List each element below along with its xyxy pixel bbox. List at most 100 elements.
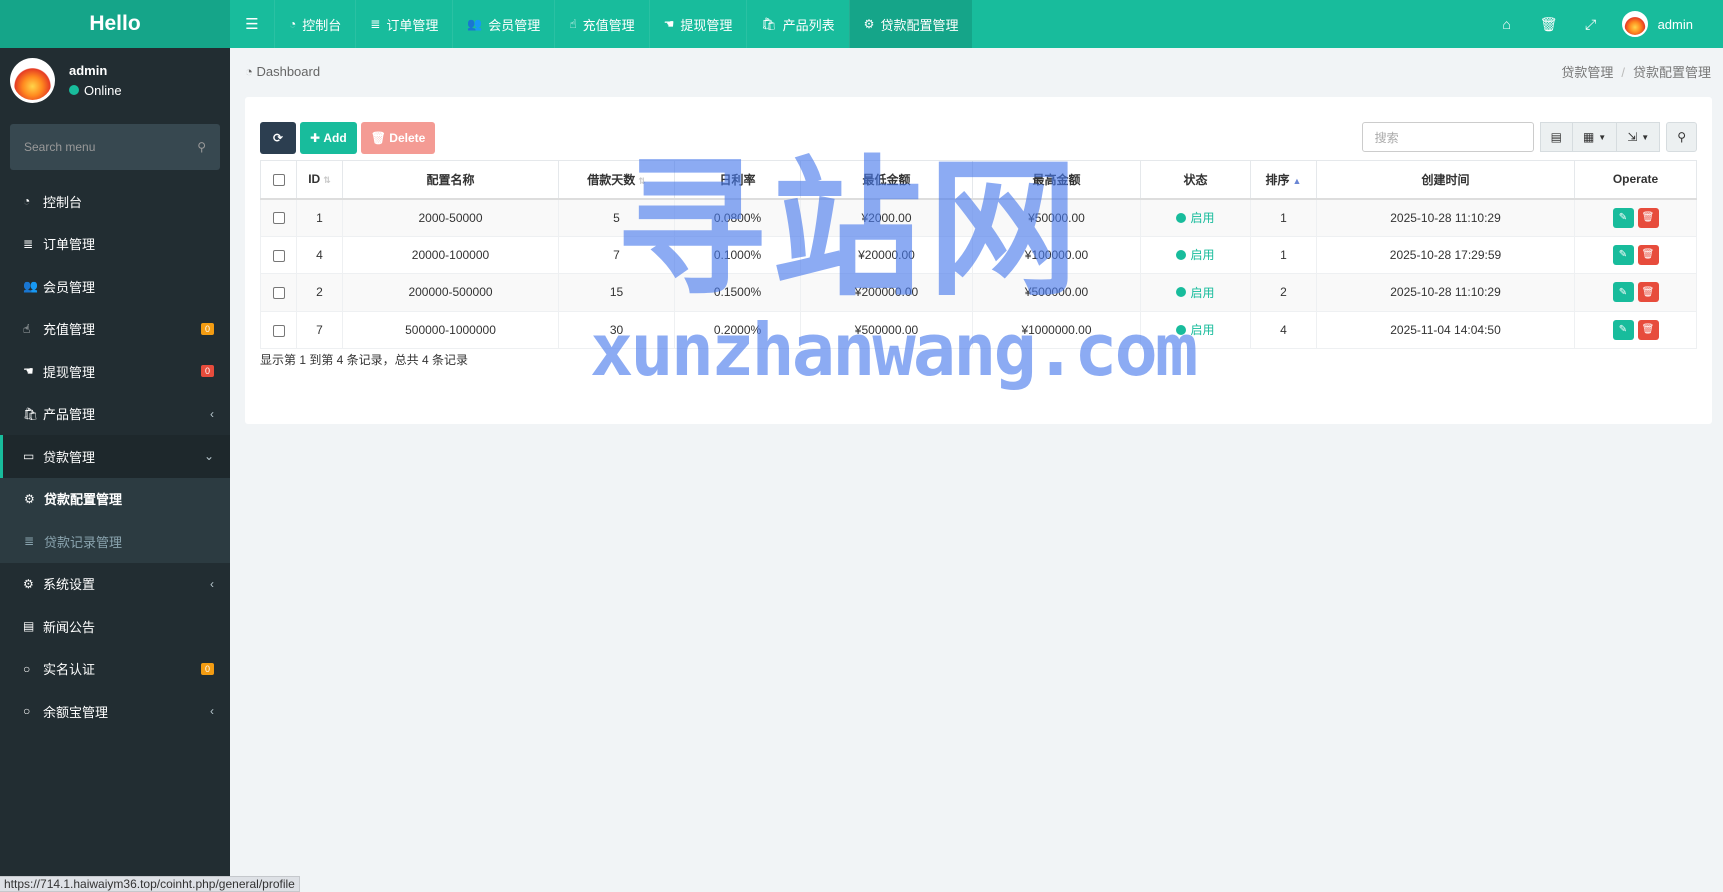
tab-withdraw[interactable]: ☚ 提现管理 [648,0,747,48]
users-icon: 👥 [467,17,483,31]
cell-created: 2025-10-28 17:29:59 [1316,235,1575,274]
edit-button[interactable]: ✎ [1612,319,1634,340]
cell-id: 4 [296,235,343,274]
dashboard-icon: ◔ [289,17,297,31]
sidebar-item-products[interactable]: 🛍 产品管理 ‹ [0,393,230,436]
hand-left-icon: ☚ [663,17,675,31]
row-checkbox[interactable] [272,249,285,262]
flame-icon [1623,13,1646,35]
trash-icon: 🗑 [1641,249,1655,261]
avatar [1621,11,1648,37]
list-view-icon: ▤ [1550,130,1562,144]
cell-days: 15 [558,273,675,312]
user-name: admin [1657,16,1693,32]
status-dot-icon [1176,287,1187,298]
header-sort[interactable]: 排序 ▲ [1250,160,1317,200]
advanced-search-button[interactable]: ⚲ [1666,122,1697,152]
tab-label: 订单管理 [386,17,439,33]
cell-id: 2 [296,273,343,312]
header-label: 创建时间 [1421,172,1470,187]
pencil-icon: ✎ [1618,249,1628,261]
header-label: Operate [1612,172,1659,187]
sidebar-item-settings[interactable]: ⚙ 系统设置 ‹ [0,563,230,606]
delete-row-button[interactable]: 🗑 [1637,244,1659,265]
header-id[interactable]: ID ⇅ [296,160,343,200]
tab-loan-config[interactable]: ⚙ 贷款配置管理 [848,0,973,48]
cell-operate: ✎ 🗑 [1574,310,1697,349]
toggle-view-button[interactable]: ▤ [1539,122,1573,152]
sidebar-item-loan-config[interactable]: ⚙ 贷款配置管理 [0,478,230,521]
breadcrumb-home-label: Dashboard [256,63,321,79]
chevron-left-icon: ‹ [210,576,214,591]
header-max-amount: 最高金额 [972,160,1141,200]
table-search-input[interactable]: 搜索 [1361,122,1534,152]
tab-orders[interactable]: ≣ 订单管理 [355,0,452,48]
sidebar-item-label: 贷款记录管理 [44,534,123,550]
sidebar-item-dashboard[interactable]: ◔ 控制台 [0,180,230,223]
breadcrumb-parent[interactable]: 贷款管理 [1561,65,1613,80]
columns-button[interactable]: ▦ ▼ [1572,122,1618,152]
main-content: ◔ Dashboard 贷款管理 / 贷款配置管理 ⟳ ✚ Add 🗑 Delete… [230,48,1723,892]
count-badge: 0 [200,662,214,675]
row-checkbox[interactable] [272,287,285,300]
search-icon[interactable]: ⚲ [197,140,206,154]
edit-button[interactable]: ✎ [1612,207,1634,228]
hand-left-icon: ☚ [23,364,34,379]
cell-status: 启用 [1140,273,1251,312]
tab-dashboard[interactable]: ◔ 控制台 [274,0,355,48]
header-name: 配置名称 [342,160,559,200]
sidebar-item-withdraw[interactable]: ☚ 提现管理 0 [0,350,230,393]
home-icon[interactable]: ⌂ [1486,16,1528,32]
search-placeholder: Search menu [24,140,96,154]
trash-icon: 🗑 [370,131,390,145]
shopping-bag-icon: 🛍 [761,17,777,31]
row-checkbox[interactable] [272,324,285,337]
avatar [10,57,55,103]
user-panel: admin Online [0,48,230,112]
sidebar-item-balance[interactable]: ○ 余额宝管理 ‹ [0,690,230,733]
tab-members[interactable]: 👥 会员管理 [452,0,554,48]
header-label: 排序 [1265,172,1290,187]
trash-icon: 🗑 [1641,286,1655,298]
select-all-checkbox[interactable] [272,174,285,187]
sidebar-item-news[interactable]: ▤ 新闻公告 [0,605,230,648]
sidebar-toggle-icon[interactable]: ☰ [230,0,274,48]
status-text: 启用 [1190,285,1215,300]
sidebar-item-verification[interactable]: ○ 实名认证 0 [0,648,230,691]
sidebar-item-orders[interactable]: ≣ 订单管理 [0,223,230,266]
breadcrumb-home[interactable]: ◔ Dashboard [245,64,320,79]
add-button[interactable]: ✚ Add [300,122,357,154]
sidebar-item-loan-records[interactable]: ≣ 贷款记录管理 [0,520,230,563]
status-text: Online [84,82,122,98]
user-menu[interactable]: admin [1621,11,1693,37]
sidebar-item-members[interactable]: 👥 会员管理 [0,265,230,308]
export-button[interactable]: ⇲ ▼ [1617,122,1661,152]
delete-button[interactable]: 🗑 Delete [360,122,436,154]
status-dot-icon [1176,324,1187,335]
pencil-icon: ✎ [1618,324,1628,336]
fullscreen-icon[interactable]: ⤢ [1570,16,1612,33]
sidebar-item-recharge[interactable]: ☝ 充值管理 0 [0,308,230,351]
cell-name: 200000-500000 [342,273,559,312]
search-icon: ⚲ [1677,130,1686,144]
status-badge: 启用 [1176,284,1215,301]
header-days[interactable]: 借款天数 ⇅ [558,160,675,200]
refresh-button[interactable]: ⟳ [260,122,296,154]
tab-recharge[interactable]: ☝ 充值管理 [554,0,648,48]
row-checkbox[interactable] [272,212,285,225]
tab-label: 产品列表 [782,17,835,33]
logo[interactable]: Hello [0,0,230,48]
cell-days: 7 [558,235,675,274]
delete-row-button[interactable]: 🗑 [1637,319,1659,340]
edit-button[interactable]: ✎ [1612,282,1634,303]
delete-row-button[interactable]: 🗑 [1637,282,1659,303]
tab-products[interactable]: 🛍 产品列表 [746,0,848,48]
header-label: 最高金额 [1032,172,1081,187]
edit-button[interactable]: ✎ [1612,244,1634,265]
delete-row-button[interactable]: 🗑 [1637,207,1659,228]
list-icon: ≣ [24,534,35,549]
sidebar-item-loans[interactable]: ▭ 贷款管理 ⌄ [0,435,230,478]
cell-created: 2025-11-04 14:04:50 [1316,310,1575,349]
trash-icon[interactable]: 🗑 [1528,16,1570,33]
search-menu-input[interactable]: Search menu ⚲ [10,124,220,170]
